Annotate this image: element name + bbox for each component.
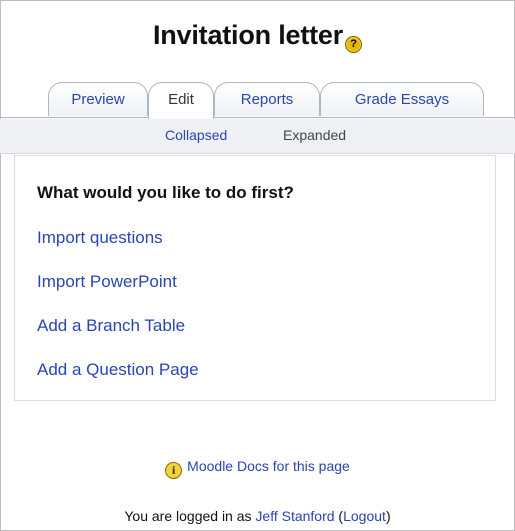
subtab-collapsed[interactable]: Collapsed — [165, 127, 227, 143]
user-profile-link[interactable]: Jeff Stanford — [255, 508, 334, 524]
add-branch-table-link[interactable]: Add a Branch Table — [37, 316, 185, 336]
tab-divider — [0, 117, 515, 118]
info-icon: i — [165, 462, 183, 479]
logout-link[interactable]: Logout — [343, 508, 386, 524]
tab-reports[interactable]: Reports — [214, 82, 320, 116]
add-question-page-link[interactable]: Add a Question Page — [37, 360, 199, 380]
tab-preview[interactable]: Preview — [48, 82, 148, 116]
question-heading: What would you like to do first? — [37, 183, 294, 202]
paren-open: ( — [334, 508, 344, 524]
help-icon[interactable]: ? — [345, 36, 363, 53]
login-info: You are logged in as Jeff Stanford (Logo… — [0, 508, 515, 524]
moodle-docs-link[interactable]: Moodle Docs for this page — [187, 458, 350, 474]
subtab-bar: Collapsed Expanded — [0, 119, 515, 154]
action-box: What would you like to do first? Import … — [14, 155, 496, 401]
login-prefix: You are logged in as — [124, 508, 256, 524]
page-header: Invitation letter? — [0, 20, 515, 53]
page-title: Invitation letter — [152, 20, 344, 50]
import-powerpoint-link[interactable]: Import PowerPoint — [37, 272, 177, 292]
tab-grade-essays[interactable]: Grade Essays — [320, 82, 484, 116]
tab-edit[interactable]: Edit — [148, 82, 214, 119]
subtab-expanded: Expanded — [283, 127, 347, 143]
docs-footer: i Moodle Docs for this page — [0, 458, 515, 479]
import-questions-link[interactable]: Import questions — [37, 228, 163, 248]
paren-close: ) — [385, 508, 391, 524]
